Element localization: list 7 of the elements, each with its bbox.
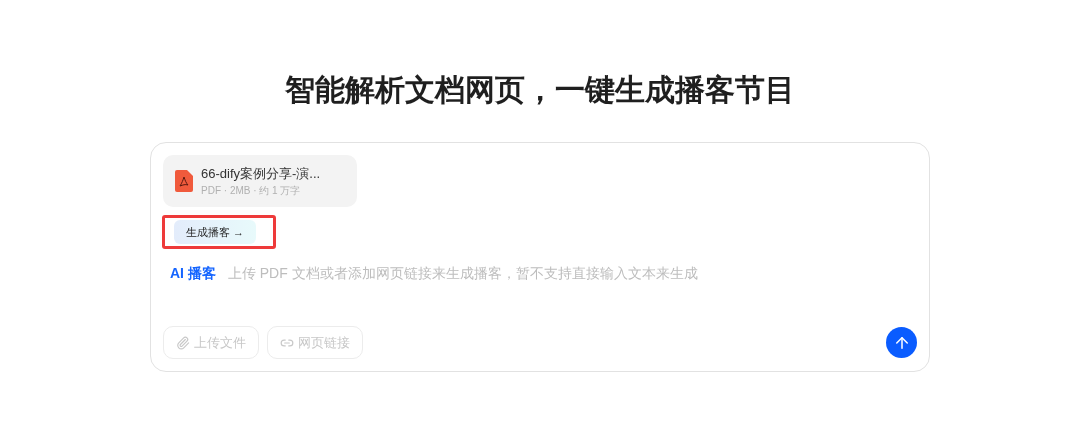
ai-podcast-tag: AI 播客 bbox=[170, 263, 216, 284]
generate-podcast-button[interactable]: 生成播客 → bbox=[174, 220, 257, 244]
pdf-file-icon bbox=[175, 170, 193, 192]
page-heading: 智能解析文档网页，一键生成播客节目 bbox=[285, 72, 795, 108]
send-button[interactable] bbox=[886, 327, 917, 358]
file-name: 66-dify案例分享-演... bbox=[201, 164, 321, 183]
paperclip-icon bbox=[176, 335, 190, 350]
